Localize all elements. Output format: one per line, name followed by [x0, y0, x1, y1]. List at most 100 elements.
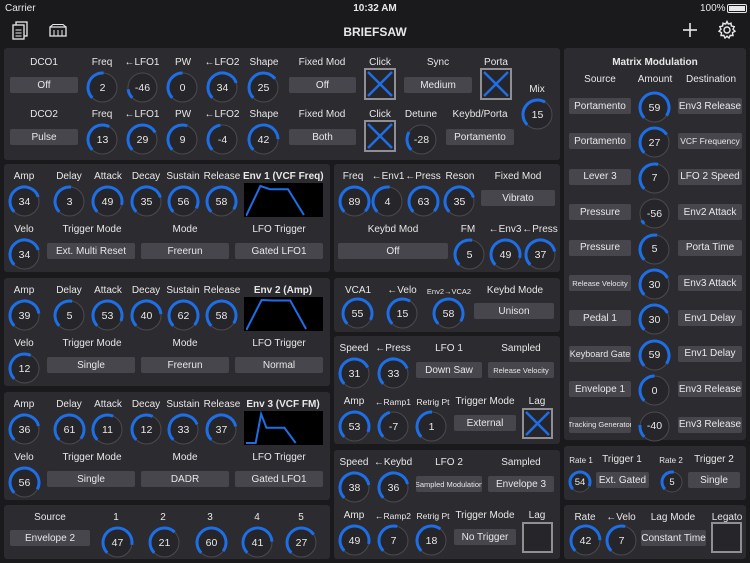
matrix-row-6-destination-button[interactable]: Env3 Attack: [678, 275, 742, 291]
env3-decay-knob[interactable]: 12: [130, 413, 163, 446]
dco2-lfo2-knob[interactable]: -4: [206, 123, 239, 156]
env1-sustain-knob[interactable]: 56: [167, 185, 200, 218]
dco2-lfo1-knob[interactable]: 29: [126, 123, 159, 156]
env1-mode-button[interactable]: Freerun: [141, 243, 229, 259]
matrix-row-9-source-button[interactable]: Envelope 1: [569, 381, 631, 398]
matrix-row-5-destination-button[interactable]: Porta Time: [678, 239, 742, 256]
add-icon[interactable]: [681, 21, 699, 39]
lfo1-ramp-knob[interactable]: -7: [377, 410, 410, 443]
lfo2-lag-toggle[interactable]: [522, 522, 553, 553]
lfo2-trigmode-button[interactable]: No Trigger: [454, 529, 516, 545]
env3-release-knob[interactable]: 37: [205, 413, 238, 446]
matrix-row-3-amount-knob[interactable]: 7: [638, 162, 671, 195]
dco2-fixedmod-button[interactable]: Both: [289, 129, 356, 145]
dco2-pw-knob[interactable]: 9: [166, 123, 199, 156]
matrix-row-2-source-button[interactable]: Portamento: [569, 133, 631, 150]
matrix-row-8-amount-knob[interactable]: 59: [638, 339, 671, 372]
lfo2-amp-knob[interactable]: 49: [338, 524, 371, 557]
matrix-row-9-amount-knob[interactable]: 0: [638, 374, 671, 407]
matrix-row-10-destination-button[interactable]: Env3 Release: [678, 416, 742, 433]
matrix-row-1-destination-button[interactable]: Env3 Release: [678, 98, 742, 114]
env1-amp-knob[interactable]: 34: [8, 185, 41, 218]
env3-lfotrig-button[interactable]: Gated LFO1: [235, 471, 323, 487]
matrix-row-1-source-button[interactable]: Portamento: [569, 98, 631, 114]
matrix-row-6-amount-knob[interactable]: 30: [638, 268, 671, 301]
matrix-row-4-source-button[interactable]: Pressure: [569, 204, 631, 221]
env1-attack-knob[interactable]: 49: [91, 185, 124, 218]
matrix-row-3-source-button[interactable]: Lever 3: [569, 168, 631, 185]
env2-trigger-button[interactable]: Single: [47, 357, 135, 373]
matrix-row-1-amount-knob[interactable]: 59: [638, 91, 671, 124]
rate2-knob[interactable]: 5: [660, 470, 684, 494]
dco1-fixedmod-button[interactable]: Off: [289, 77, 356, 93]
vca-env2-knob[interactable]: 58: [432, 297, 465, 330]
env2-release-knob[interactable]: 58: [205, 299, 238, 332]
dco1-pw-knob[interactable]: 0: [166, 71, 199, 104]
matrix-row-2-amount-knob[interactable]: 27: [638, 126, 671, 159]
matrix-row-5-source-button[interactable]: Pressure: [569, 239, 631, 256]
lfo2-speed-knob[interactable]: 38: [338, 471, 371, 504]
source-button[interactable]: Envelope 2: [10, 530, 90, 546]
trigger1-button[interactable]: Ext. Gated: [596, 472, 649, 488]
lfo1-retrig-knob[interactable]: 1: [415, 410, 448, 443]
matrix-row-8-source-button[interactable]: Keyboard Gate: [569, 345, 631, 362]
lfo1-press-knob[interactable]: 33: [377, 357, 410, 390]
keybd-porta-button[interactable]: Portamento: [446, 129, 514, 145]
porta-velo-knob[interactable]: 7: [605, 524, 638, 557]
source-slot-4-knob[interactable]: 41: [241, 526, 274, 559]
vcf-press2-knob[interactable]: 37: [524, 238, 557, 271]
env1-delay-knob[interactable]: 3: [53, 185, 86, 218]
matrix-row-7-amount-knob[interactable]: 30: [638, 303, 671, 336]
rate1-knob[interactable]: 54: [568, 470, 592, 494]
env3-velo-knob[interactable]: 56: [8, 466, 41, 499]
vcf-fixedmod-button[interactable]: Vibrato: [481, 190, 555, 206]
dco2-shape-knob[interactable]: 42: [247, 123, 280, 156]
dco1-click-toggle[interactable]: [364, 68, 396, 100]
lfo1-speed-knob[interactable]: 31: [338, 357, 371, 390]
trigger2-button[interactable]: Single: [688, 472, 740, 488]
matrix-row-10-amount-knob[interactable]: -40: [638, 410, 671, 443]
matrix-row-9-destination-button[interactable]: Env3 Release: [678, 381, 742, 398]
vcf-keybdmod-button[interactable]: Off: [338, 243, 448, 259]
env1-lfotrig-button[interactable]: Gated LFO1: [235, 243, 323, 259]
env3-delay-knob[interactable]: 61: [53, 413, 86, 446]
lfo1-lag-toggle[interactable]: [522, 408, 553, 439]
lfo2-retrig-knob[interactable]: 18: [415, 524, 448, 557]
vcf-reson-knob[interactable]: 35: [443, 185, 476, 218]
lfo1-amp-knob[interactable]: 53: [338, 410, 371, 443]
env2-lfotrig-button[interactable]: Normal: [235, 357, 323, 373]
matrix-row-2-destination-button[interactable]: VCF Frequency: [678, 133, 742, 150]
env2-mode-button[interactable]: Freerun: [141, 357, 229, 373]
vcf-env3-knob[interactable]: 49: [489, 238, 522, 271]
env2-decay-knob[interactable]: 40: [130, 299, 163, 332]
env2-attack-knob[interactable]: 53: [91, 299, 124, 332]
mix-knob[interactable]: 15: [521, 98, 554, 131]
matrix-row-10-source-button[interactable]: Tracking Generator: [569, 416, 631, 433]
dco1-lfo1-knob[interactable]: -46: [126, 71, 159, 104]
matrix-row-4-amount-knob[interactable]: -56: [638, 197, 671, 230]
env1-decay-knob[interactable]: 35: [130, 185, 163, 218]
source-slot-2-knob[interactable]: 21: [148, 526, 181, 559]
env3-trigger-button[interactable]: Single: [47, 471, 135, 487]
keybd-mode-button[interactable]: Unison: [474, 303, 554, 319]
matrix-row-3-destination-button[interactable]: LFO 2 Speed: [678, 168, 742, 185]
lfo2-keybd-knob[interactable]: 36: [377, 471, 410, 504]
lfo2-ramp-knob[interactable]: 7: [377, 524, 410, 557]
matrix-row-6-source-button[interactable]: Release Velocity: [569, 275, 631, 291]
env2-amp-knob[interactable]: 39: [8, 299, 41, 332]
matrix-row-7-source-button[interactable]: Pedal 1: [569, 310, 631, 327]
dco1-shape-knob[interactable]: 25: [247, 71, 280, 104]
vca1-knob[interactable]: 55: [341, 297, 374, 330]
dco2-click-toggle[interactable]: [364, 120, 396, 152]
matrix-row-7-destination-button[interactable]: Env1 Delay: [678, 310, 742, 327]
vcf-env1-knob[interactable]: 4: [371, 185, 404, 218]
env2-sustain-knob[interactable]: 62: [167, 299, 200, 332]
legato-toggle[interactable]: [711, 522, 742, 553]
lfo2-wave-button[interactable]: Sampled Modulation: [416, 476, 482, 492]
dco2-freq-knob[interactable]: 13: [86, 123, 119, 156]
porta-rate-knob[interactable]: 42: [569, 524, 602, 557]
dco2-detune-knob[interactable]: -28: [405, 123, 438, 156]
env1-trigger-button[interactable]: Ext. Multi Reset: [47, 243, 135, 259]
vcf-press-knob[interactable]: 63: [407, 185, 440, 218]
env3-amp-knob[interactable]: 36: [8, 413, 41, 446]
